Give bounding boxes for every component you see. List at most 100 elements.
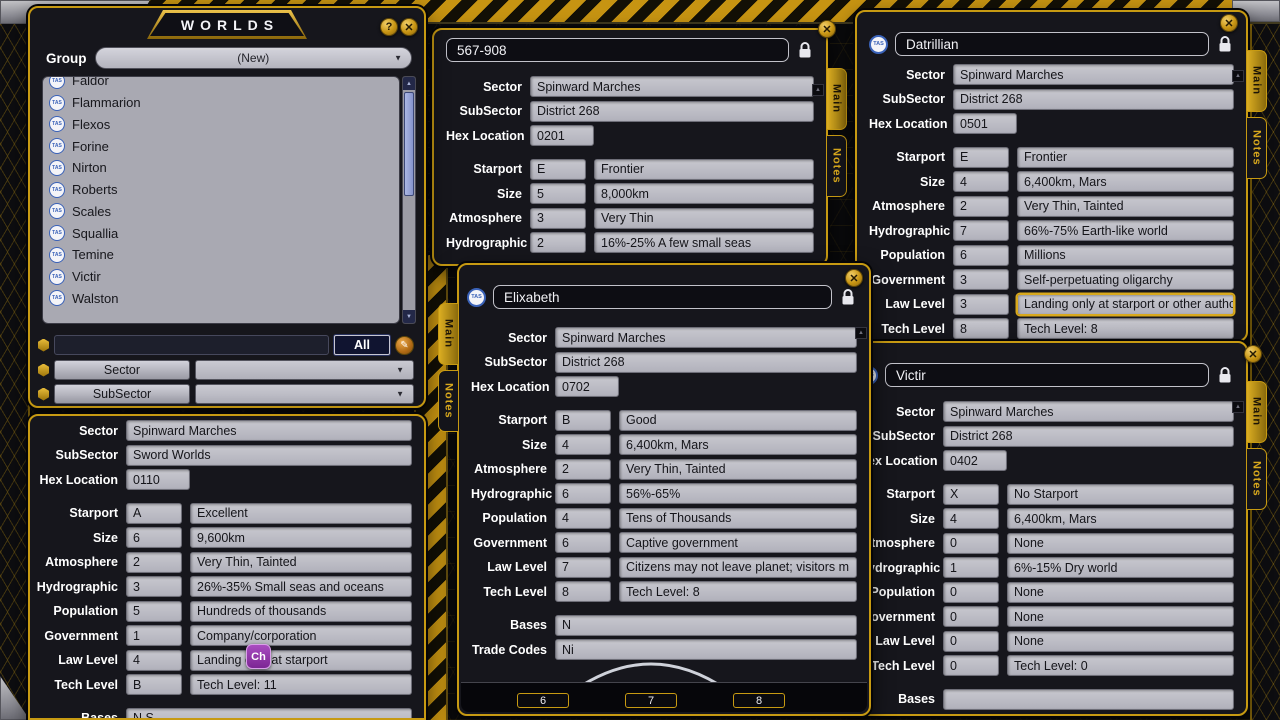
field-input[interactable]: 0201 — [530, 125, 594, 146]
field-input[interactable]: 9,600km — [190, 527, 412, 548]
field-input[interactable]: 8 — [953, 318, 1009, 339]
field-input[interactable]: 6 — [126, 527, 182, 548]
field-input[interactable]: Spinward Marches — [126, 420, 412, 441]
field-input[interactable]: 2 — [953, 196, 1009, 217]
sector-filter-label[interactable]: Sector — [54, 360, 190, 380]
field-input[interactable]: 0 — [943, 606, 999, 627]
tab-notes[interactable]: Notes — [438, 370, 458, 432]
field-input[interactable]: 0501 — [953, 113, 1017, 134]
ime-language-badge[interactable]: Ch — [246, 644, 271, 669]
list-item-world[interactable]: TASFlammarion — [49, 92, 399, 114]
field-input[interactable]: District 268 — [555, 352, 857, 373]
field-input[interactable]: 8 — [555, 581, 611, 602]
filter-input[interactable] — [54, 335, 329, 355]
field-input[interactable]: 2 — [530, 232, 586, 253]
scroll-up-icon[interactable]: ▲ — [403, 77, 415, 90]
field-input[interactable]: B — [555, 410, 611, 431]
scroll-up-button[interactable]: ▲ — [1232, 401, 1244, 413]
tab-main[interactable]: Main — [438, 303, 458, 365]
world-name-input[interactable]: 567-908 — [446, 38, 789, 62]
field-input[interactable]: 4 — [555, 508, 611, 529]
tab-main[interactable]: Main — [1247, 381, 1267, 443]
field-input[interactable]: 5 — [530, 183, 586, 204]
field-input[interactable]: Tech Level: 0 — [1007, 655, 1234, 676]
lock-icon[interactable] — [1216, 364, 1234, 386]
sector-filter-select[interactable]: ▼ — [195, 360, 414, 380]
list-item-world[interactable]: TASWalston — [49, 288, 399, 310]
field-input[interactable]: Tech Level: 11 — [190, 674, 412, 695]
field-input[interactable]: 4 — [555, 434, 611, 455]
field-input[interactable]: N — [555, 615, 857, 636]
tab-notes[interactable]: Notes — [1247, 448, 1267, 510]
field-input[interactable]: 6 — [555, 483, 611, 504]
field-input[interactable]: 1 — [126, 625, 182, 646]
field-input[interactable]: 0110 — [126, 469, 190, 490]
tab-notes[interactable]: Notes — [1247, 117, 1267, 179]
field-input[interactable]: 4 — [953, 171, 1009, 192]
field-input[interactable]: Landing only at starport or other autho — [1017, 294, 1234, 315]
close-icon[interactable]: ✕ — [845, 269, 863, 287]
list-item-world[interactable]: TASNirton — [49, 157, 399, 179]
field-input[interactable]: E — [530, 159, 586, 180]
close-icon[interactable]: ✕ — [400, 18, 418, 36]
tab-main[interactable]: Main — [1247, 50, 1267, 112]
field-input[interactable]: 3 — [953, 294, 1009, 315]
close-icon[interactable]: ✕ — [818, 20, 836, 38]
worlds-list[interactable]: TASFaldorTASFlammarionTASFlexosTASForine… — [42, 76, 400, 324]
close-icon[interactable]: ✕ — [1244, 345, 1262, 363]
field-input[interactable]: A — [126, 503, 182, 524]
field-input[interactable]: 6 — [555, 532, 611, 553]
hex-column-number-tab[interactable]: 7 — [625, 693, 677, 708]
field-input[interactable]: Spinward Marches — [530, 76, 814, 97]
field-input[interactable]: 0402 — [943, 450, 1007, 471]
lock-icon[interactable] — [1216, 33, 1234, 55]
field-input[interactable]: 0 — [943, 631, 999, 652]
field-input[interactable]: 8,000km — [594, 183, 814, 204]
field-input[interactable]: 6%-15% Dry world — [1007, 557, 1234, 578]
scroll-up-button[interactable]: ▲ — [812, 84, 824, 96]
field-input[interactable]: No Starport — [1007, 484, 1234, 505]
field-input[interactable]: 1 — [943, 557, 999, 578]
list-item-world[interactable]: TASVictir — [49, 266, 399, 288]
hex-column-number-tab[interactable]: 6 — [517, 693, 569, 708]
field-input[interactable]: Sword Worlds — [126, 445, 412, 466]
field-input[interactable]: Frontier — [594, 159, 814, 180]
list-item-world[interactable]: TASScales — [49, 201, 399, 223]
field-input[interactable]: Ni — [555, 639, 857, 660]
field-input[interactable]: 2 — [126, 552, 182, 573]
hex-column-number-tab[interactable]: 8 — [733, 693, 785, 708]
field-input[interactable]: 0 — [943, 582, 999, 603]
help-icon[interactable]: ? — [380, 18, 398, 36]
list-item-world[interactable]: TASRoberts — [49, 179, 399, 201]
field-input[interactable]: 4 — [126, 650, 182, 671]
field-input[interactable]: 4 — [943, 508, 999, 529]
field-input[interactable]: Very Thin, Tainted — [190, 552, 412, 573]
field-input[interactable]: 16%-25% A few small seas — [594, 232, 814, 253]
field-input[interactable]: Landing only at starport — [190, 650, 412, 671]
field-input[interactable]: Hundreds of thousands — [190, 601, 412, 622]
all-button[interactable]: All — [334, 335, 390, 355]
field-input[interactable]: Very Thin — [594, 208, 814, 229]
field-input[interactable]: Spinward Marches — [555, 327, 857, 348]
field-input[interactable]: 3 — [953, 269, 1009, 290]
field-input[interactable]: 7 — [555, 557, 611, 578]
field-input[interactable]: X — [943, 484, 999, 505]
field-input[interactable]: Good — [619, 410, 857, 431]
field-input[interactable]: District 268 — [943, 426, 1234, 447]
field-input[interactable]: District 268 — [953, 89, 1234, 110]
scroll-up-button[interactable]: ▲ — [855, 327, 867, 339]
field-input[interactable]: N,S — [126, 708, 412, 720]
list-item-world[interactable]: TASFaldor — [49, 76, 399, 92]
field-input[interactable]: None — [1007, 582, 1234, 603]
field-input[interactable]: Captive government — [619, 532, 857, 553]
field-input[interactable]: Frontier — [1017, 147, 1234, 168]
field-input[interactable]: Citizens may not leave planet; visitors … — [619, 557, 857, 578]
tab-notes[interactable]: Notes — [827, 135, 847, 197]
field-input[interactable]: Tech Level: 8 — [1017, 318, 1234, 339]
field-input[interactable]: Tens of Thousands — [619, 508, 857, 529]
world-name-input[interactable]: Elixabeth — [493, 285, 832, 309]
field-input[interactable] — [943, 689, 1234, 710]
field-input[interactable]: Spinward Marches — [943, 401, 1234, 422]
field-input[interactable]: 5 — [126, 601, 182, 622]
lock-icon[interactable] — [839, 286, 857, 308]
